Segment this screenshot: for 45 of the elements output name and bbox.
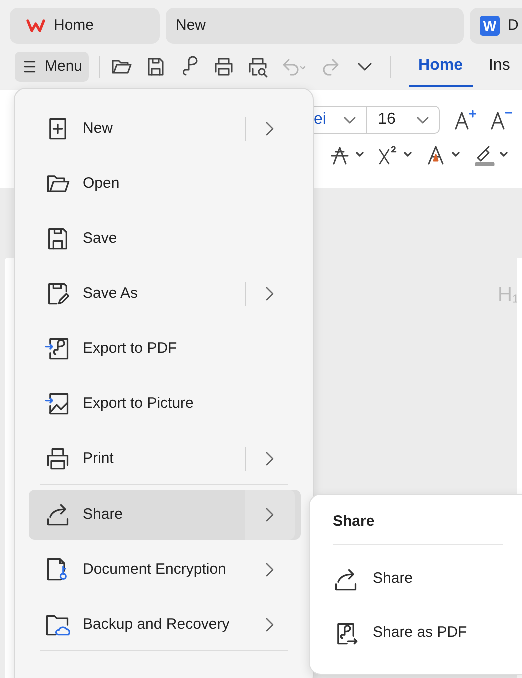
printer-icon [45, 446, 71, 472]
menu-item[interactable]: Open [29, 159, 301, 209]
font-color-button[interactable] [426, 144, 460, 166]
menu-item[interactable]: Export to Picture [29, 379, 301, 429]
submenu-item[interactable]: Share [333, 552, 414, 606]
export-picture-icon [45, 391, 71, 417]
share-icon [45, 502, 71, 528]
grow-font-icon [454, 109, 476, 131]
menu-icon [23, 60, 37, 74]
menu-item[interactable]: Backup and Recovery [29, 600, 301, 650]
menu-item[interactable]: Export to PDF [29, 324, 301, 374]
menu-item[interactable]: Save [29, 214, 301, 264]
menu-item[interactable]: Save As [29, 269, 301, 319]
window-tab[interactable]: New [166, 8, 464, 44]
highlight-button[interactable] [474, 144, 508, 166]
menu-button[interactable]: Menu [15, 52, 89, 82]
caret-icon [404, 152, 412, 158]
menu-item[interactable]: Print [29, 434, 301, 484]
grow-font-button[interactable] [454, 109, 476, 131]
export-pdf-icon [45, 336, 71, 362]
font-size-field[interactable]: 16 [366, 106, 440, 134]
caret-icon [356, 152, 364, 158]
ribbon-tab[interactable]: Ins [478, 48, 510, 86]
logo-icon [26, 18, 46, 34]
chevron-right-icon [264, 451, 276, 467]
chevron-right-icon [264, 562, 276, 578]
submenu-title: Share [333, 512, 375, 532]
caret-icon [500, 152, 508, 158]
menu-item[interactable]: Document Encryption [29, 545, 301, 595]
submenu-item[interactable]: Share as PDF [333, 606, 468, 660]
chevron-right-icon [264, 507, 276, 523]
superscript-button[interactable] [378, 144, 412, 166]
chevron-right-icon [264, 286, 276, 302]
chevron-down-icon [358, 63, 372, 71]
window-tab[interactable]: W D [470, 8, 522, 44]
chevron-right-icon [264, 617, 276, 633]
share-icon [333, 566, 359, 592]
ribbon-tab[interactable]: Home [408, 48, 473, 86]
chevron-right-icon [264, 121, 276, 137]
window-tab[interactable]: Home [10, 8, 160, 44]
menu-item[interactable]: Share [29, 490, 301, 540]
caret-icon [452, 152, 460, 158]
writer-app-badge: W [480, 16, 500, 36]
chevron-down-button[interactable] [358, 63, 372, 71]
highlight-icon [474, 144, 496, 166]
